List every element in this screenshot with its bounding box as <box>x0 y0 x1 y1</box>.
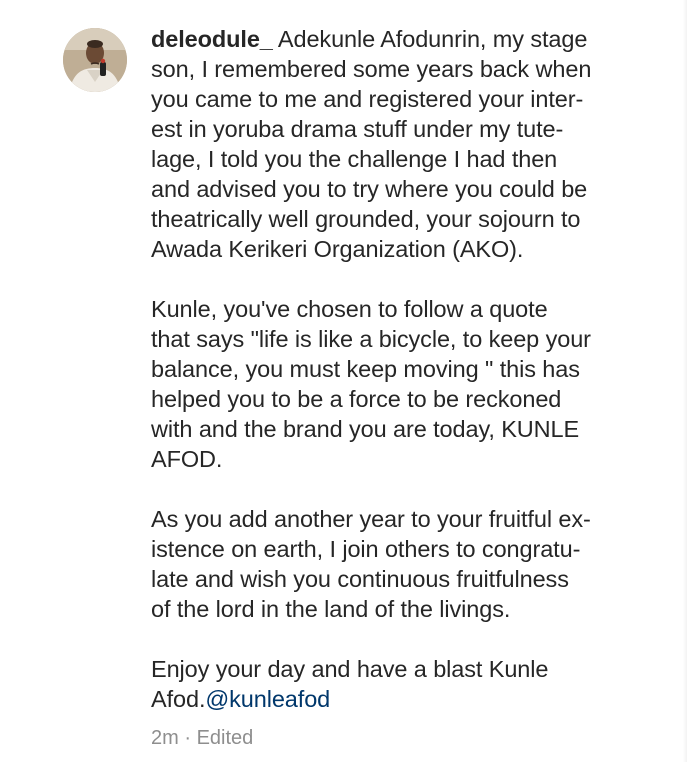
screen-edge <box>683 0 687 762</box>
comment-line: you came to me and registered your inter… <box>151 86 584 112</box>
paragraph-1: deleodule_ Adekunle Afodunrin, my stage … <box>151 24 641 264</box>
comment-meta: 2m · Edited <box>151 727 253 750</box>
comment: deleodule_ Adekunle Afodunrin, my stage … <box>0 0 687 762</box>
meta-separator: · <box>184 727 192 749</box>
comment-line: of the lord in the land of the livings. <box>151 596 511 622</box>
comment-line: with and the brand you are today, KUNLE <box>151 416 580 442</box>
avatar-image <box>63 28 127 92</box>
paragraph-4: Enjoy your day and have a blast Kunle Af… <box>151 654 641 714</box>
text-segment: Afod. <box>151 686 206 712</box>
comment-line: balance, you must keep moving " this has <box>151 356 580 382</box>
comment-line: deleodule_ Adekunle Afodunrin, my stage <box>151 24 641 54</box>
comment-line: Afod.@kunleafod <box>151 684 641 714</box>
avatar[interactable] <box>63 28 127 92</box>
comment-line: Enjoy your day and have a blast Kunle <box>151 656 549 682</box>
comment-line: and advised you to try where you could b… <box>151 176 588 202</box>
comment-line: As you add another year to your fruitful… <box>151 506 591 532</box>
comment-text: deleodule_ Adekunle Afodunrin, my stage … <box>151 24 641 714</box>
comment-line: lage, I told you the challenge I had the… <box>151 146 558 172</box>
comment-line: that says "life is like a bicycle, to ke… <box>151 326 591 352</box>
comment-line: late and wish you continuous fruitfulnes… <box>151 566 569 592</box>
comment-line: helped you to be a force to be reckoned <box>151 386 562 412</box>
comment-line: est in yoruba drama stuff under my tute- <box>151 116 564 142</box>
text-segment: Adekunle Afodunrin, my stage <box>277 26 588 52</box>
comment-line: theatrically well grounded, your sojourn… <box>151 206 581 232</box>
timestamp: 2m <box>151 727 179 749</box>
comment-line: Kunle, you've chosen to follow a quote <box>151 296 548 322</box>
comment-line: AFOD. <box>151 446 223 472</box>
comment-line: istence on earth, I join others to congr… <box>151 536 581 562</box>
username[interactable]: deleodule_ <box>151 26 273 52</box>
paragraph-3: As you add another year to your fruitful… <box>151 504 641 624</box>
comment-line: son, I remembered some years back when <box>151 56 592 82</box>
edited-label: Edited <box>196 727 254 749</box>
comment-line: Awada Kerikeri Organization (AKO). <box>151 236 524 262</box>
mention-link[interactable]: @kunleafod <box>205 686 330 712</box>
paragraph-2: Kunle, you've chosen to follow a quote t… <box>151 294 641 474</box>
